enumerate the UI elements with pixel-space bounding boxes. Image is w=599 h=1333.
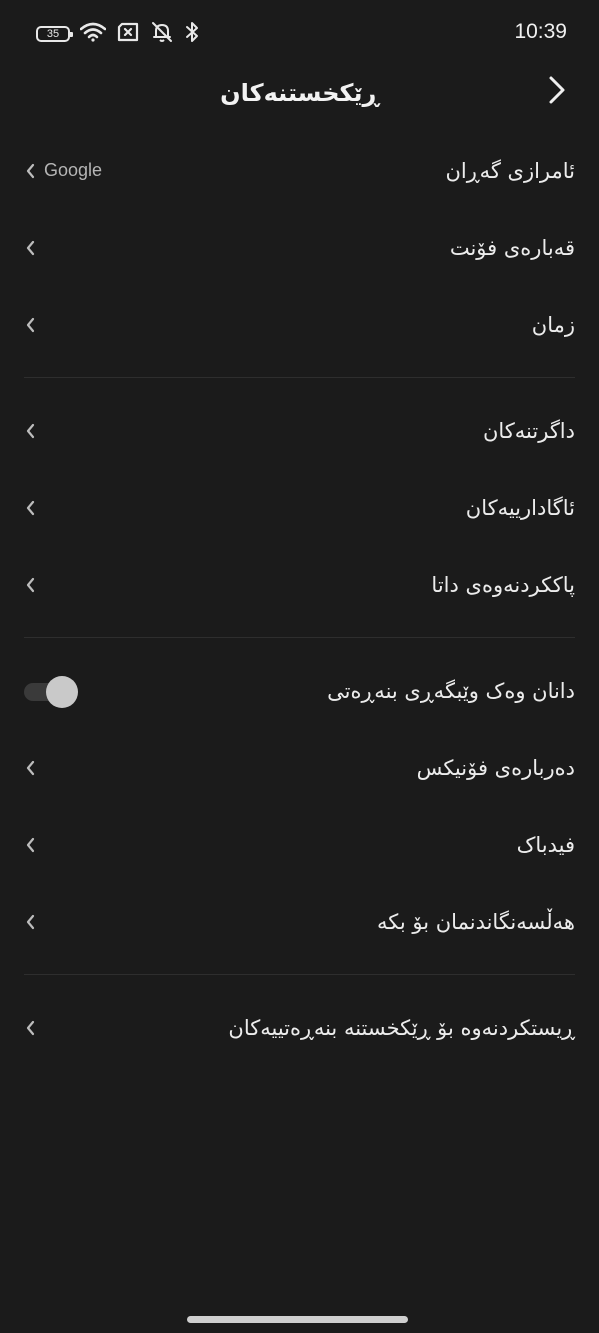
divider <box>24 377 575 378</box>
chevron-left-icon <box>24 576 38 594</box>
settings-row-label: ڕیستکردنەوە بۆ ڕێکخستنە بنەڕەتییەکان <box>228 1015 575 1040</box>
row-left <box>24 316 38 334</box>
chevron-left-icon <box>24 913 38 931</box>
header: ڕێکخستنەکان <box>0 68 599 118</box>
battery-icon: 35 <box>36 26 73 42</box>
chevron-left-icon <box>24 239 38 257</box>
row-left <box>24 499 38 517</box>
settings-row-label: فیدباک <box>516 832 575 857</box>
row-left: Google <box>24 160 102 181</box>
chevron-left-icon <box>24 1019 38 1037</box>
settings-row-label: دەربارەی فۆنیکس <box>416 755 575 780</box>
settings-row-language[interactable]: زمان <box>0 286 599 363</box>
settings-row-label: زمان <box>531 312 575 337</box>
page-title: ڕێکخستنەکان <box>220 79 379 107</box>
divider <box>24 637 575 638</box>
back-button[interactable] <box>539 74 575 110</box>
chevron-left-icon <box>24 499 38 517</box>
settings-row-label: ئامرازی گەڕان <box>445 158 576 183</box>
settings-row-notifications[interactable]: ئاگادارییەکان <box>0 469 599 546</box>
settings-row-about[interactable]: دەربارەی فۆنیکس <box>0 729 599 806</box>
wifi-icon <box>79 22 107 46</box>
chevron-left-icon <box>24 836 38 854</box>
settings-row-label: قەبارەی فۆنت <box>449 235 575 260</box>
row-left <box>24 422 38 440</box>
search-engine-value: Google <box>44 160 103 180</box>
row-left <box>24 239 38 257</box>
battery-level: 35 <box>46 28 60 40</box>
status-icons: 35 <box>36 20 200 48</box>
settings-row-search-engine[interactable]: Google ئامرازی گەڕان <box>0 132 599 209</box>
bluetooth-icon <box>184 21 200 47</box>
settings-row-label: پاککردنەوەی داتا <box>431 572 575 597</box>
row-left <box>24 759 38 777</box>
chevron-right-icon <box>548 75 566 109</box>
sim-x-icon <box>116 22 140 46</box>
settings-row-rate-us[interactable]: هەڵسەنگاندنمان بۆ بکە <box>0 883 599 960</box>
chevron-left-icon <box>24 759 38 777</box>
settings-row-label: ئاگادارییەکان <box>465 495 575 520</box>
muted-bell-icon <box>150 21 174 47</box>
divider <box>24 974 575 975</box>
row-left <box>24 913 38 931</box>
home-indicator[interactable] <box>187 1316 408 1323</box>
chevron-left-icon <box>24 162 38 180</box>
settings-row-label: هەڵسەنگاندنمان بۆ بکە <box>377 909 575 934</box>
settings-row-downloads[interactable]: داگرتنەکان <box>0 392 599 469</box>
row-left <box>24 576 38 594</box>
status-bar: 35 10:39 <box>0 0 599 68</box>
status-time: 10:39 <box>514 20 567 43</box>
row-left <box>24 836 38 854</box>
settings-row-reset-defaults[interactable]: ڕیستکردنەوە بۆ ڕێکخستنە بنەڕەتییەکان <box>0 989 599 1066</box>
settings-row-clear-data[interactable]: پاککردنەوەی داتا <box>0 546 599 623</box>
settings-row-label: داگرتنەکان <box>482 418 575 443</box>
settings-list: Google ئامرازی گەڕان قەبارەی فۆنت زمان د… <box>0 132 599 1066</box>
settings-row-default-browser[interactable]: دانان وەک وێبگەڕی بنەڕەتی <box>0 652 599 729</box>
settings-row-label: دانان وەک وێبگەڕی بنەڕەتی <box>327 678 575 703</box>
chevron-left-icon <box>24 316 38 334</box>
settings-row-feedback[interactable]: فیدباک <box>0 806 599 883</box>
settings-row-font-size[interactable]: قەبارەی فۆنت <box>0 209 599 286</box>
chevron-left-icon <box>24 422 38 440</box>
default-browser-toggle[interactable] <box>24 675 80 708</box>
toggle-thumb <box>46 675 78 708</box>
row-left <box>24 1019 38 1037</box>
